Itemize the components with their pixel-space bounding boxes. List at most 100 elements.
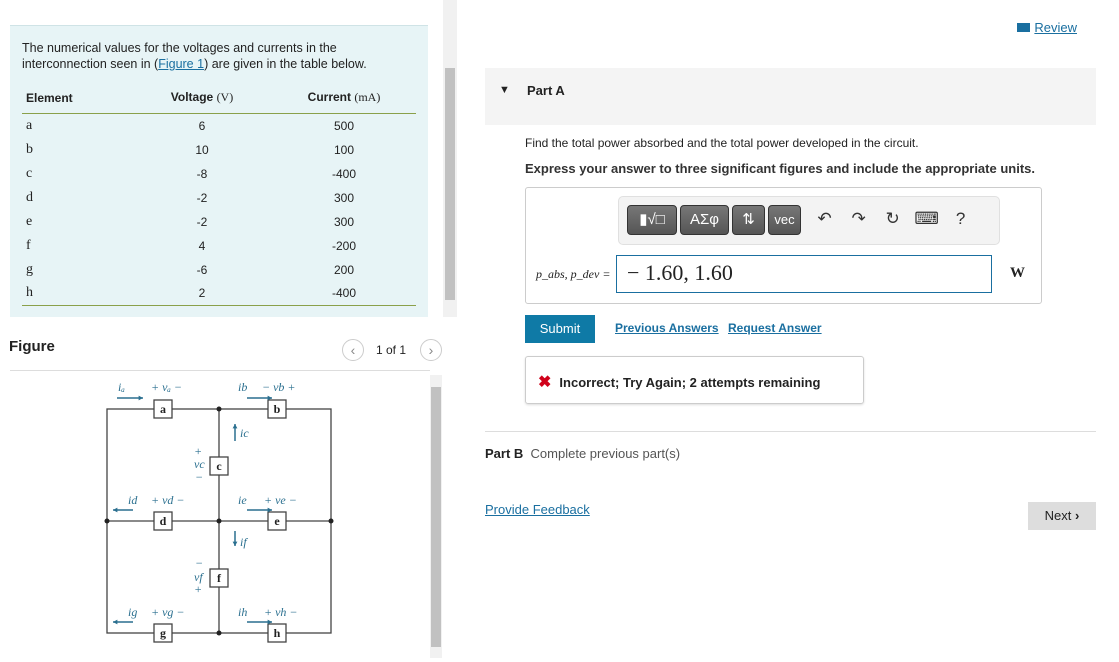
element-cell: b [26, 141, 33, 157]
voltage-label: + vd − [151, 493, 185, 507]
current-cell: -400 [331, 166, 357, 181]
book-icon [1017, 23, 1031, 32]
arrowhead-icon [138, 395, 143, 401]
review-link[interactable]: Review [1017, 20, 1077, 35]
voltage-cell: -2 [196, 190, 208, 205]
figure-scrollbar[interactable] [430, 375, 442, 658]
node-dot [104, 518, 110, 524]
undo-icon[interactable]: ↶ [808, 209, 842, 229]
voltage-label: + vₐ − [151, 380, 182, 394]
circuit-diagram: a bcd efg hiₐ ibicid ieifig ih+ vₐ − − vb ++ vd… [104, 380, 334, 643]
element-label-e: e [274, 514, 280, 528]
element-cell: d [26, 189, 33, 205]
request-answer-link[interactable]: Request Answer [728, 321, 822, 335]
voltage-label: vc [194, 457, 205, 471]
table-row: b 10 100 [22, 138, 416, 162]
current-label: ib [238, 380, 247, 394]
help-button[interactable]: ? [944, 209, 978, 229]
arrowhead-icon [232, 541, 238, 546]
current-label: ic [240, 426, 249, 440]
next-button[interactable]: Next › [1028, 502, 1096, 530]
voltage-label: + vh − [264, 605, 298, 619]
figure-pager: 1 of 1 [376, 343, 407, 357]
element-cell: h [22, 281, 132, 306]
part-b-header: Part B Complete previous part(s) [485, 446, 681, 461]
polarity-label: − [195, 556, 203, 570]
element-label-h: h [274, 626, 281, 640]
scroll-thumb[interactable] [431, 387, 441, 647]
element-cell: a [26, 117, 33, 133]
instruction-text: Express your answer to three significant… [525, 161, 1035, 176]
node-dot [216, 518, 222, 524]
voltage-cell: 10 [195, 142, 209, 157]
current-label: id [128, 493, 138, 507]
element-label-a: a [160, 402, 166, 416]
answer-box: ▮√□ ΑΣφ ⇅ vec ↶ ↷ ↻ ⌨? p_abs, p_dev = − 1.60, … [525, 187, 1042, 304]
answer-input[interactable]: − 1.60, 1.60 [616, 255, 992, 293]
current-label: if [240, 535, 248, 549]
element-label-c: c [216, 459, 222, 473]
voltage-cell: 6 [198, 118, 206, 133]
table-row: d -2 300 [22, 186, 416, 210]
keyboard-icon[interactable]: ⌨ [910, 209, 944, 229]
divider [485, 431, 1096, 432]
voltage-cell: -6 [196, 262, 208, 277]
values-table: Element Voltage (V) Current (mA) a 6 500 b 1… [22, 86, 416, 306]
element-label-d: d [160, 514, 167, 528]
current-cell: 300 [333, 190, 355, 205]
table-row: f 4 -200 [22, 234, 416, 258]
current-cell: 200 [333, 262, 355, 277]
incorrect-x-icon: ✖ [538, 374, 552, 391]
voltage-cell: -8 [196, 166, 208, 181]
col-element: Element [22, 86, 132, 114]
table-row: c -8 -400 [22, 162, 416, 186]
arrowhead-icon [113, 507, 118, 513]
table-row: e -2 300 [22, 210, 416, 234]
greek-button[interactable]: ΑΣφ [680, 205, 729, 235]
next-figure-button[interactable]: › [420, 339, 442, 361]
redo-icon[interactable]: ↷ [842, 209, 876, 229]
submit-button[interactable]: Submit [525, 315, 595, 343]
answer-label: p_abs, p_dev = [536, 267, 611, 281]
element-label-g: g [160, 626, 166, 640]
polarity-label: − [195, 470, 203, 484]
data-table-panel: The numerical values for the voltages an… [10, 25, 428, 317]
part-a-header[interactable]: ▼ Part A [485, 68, 1096, 125]
figure-title: Figure [9, 338, 55, 355]
table-scrollbar[interactable] [443, 0, 457, 317]
element-label-b: b [274, 402, 281, 416]
feedback-message: ✖ Incorrect; Try Again; 2 attempts remain… [525, 356, 864, 404]
unit-label: W [1010, 265, 1025, 281]
current-cell: -400 [272, 281, 416, 306]
voltage-label: + ve − [264, 493, 297, 507]
current-label: ig [128, 605, 137, 619]
voltage-label: − vb + [262, 380, 296, 394]
table-row: a 6 500 [22, 114, 416, 138]
current-label: iₐ [118, 380, 125, 394]
polarity-label: + [194, 444, 202, 458]
prev-figure-button[interactable]: ‹ [342, 339, 364, 361]
provide-feedback-link[interactable]: Provide Feedback [485, 502, 590, 517]
question-text: Find the total power absorbed and the to… [525, 136, 919, 150]
vec-button[interactable]: vec [768, 205, 801, 235]
templates-button[interactable]: ▮√□ [627, 205, 677, 235]
table-row: g -6 200 [22, 258, 416, 282]
table-row: h 2 -400 [22, 281, 416, 306]
arrowhead-icon [113, 619, 118, 625]
node-dot [216, 630, 222, 636]
math-toolbar: ▮√□ ΑΣφ ⇅ vec ↶ ↷ ↻ ⌨? [618, 196, 1000, 245]
figure-link[interactable]: Figure 1 [158, 57, 204, 71]
arrowhead-icon [232, 424, 238, 429]
element-cell: e [26, 213, 33, 229]
scroll-thumb[interactable] [445, 68, 455, 300]
current-cell: 500 [333, 118, 355, 133]
polarity-label: + [194, 582, 202, 596]
col-voltage: Voltage (V) [132, 86, 272, 114]
current-label: ie [238, 493, 247, 507]
reset-icon[interactable]: ↻ [876, 209, 910, 229]
previous-answers-link[interactable]: Previous Answers [615, 321, 719, 335]
intro-text: The numerical values for the voltages an… [22, 41, 367, 71]
current-cell: 100 [333, 142, 355, 157]
voltage-cell: -2 [196, 214, 208, 229]
arrows-button[interactable]: ⇅ [732, 205, 765, 235]
